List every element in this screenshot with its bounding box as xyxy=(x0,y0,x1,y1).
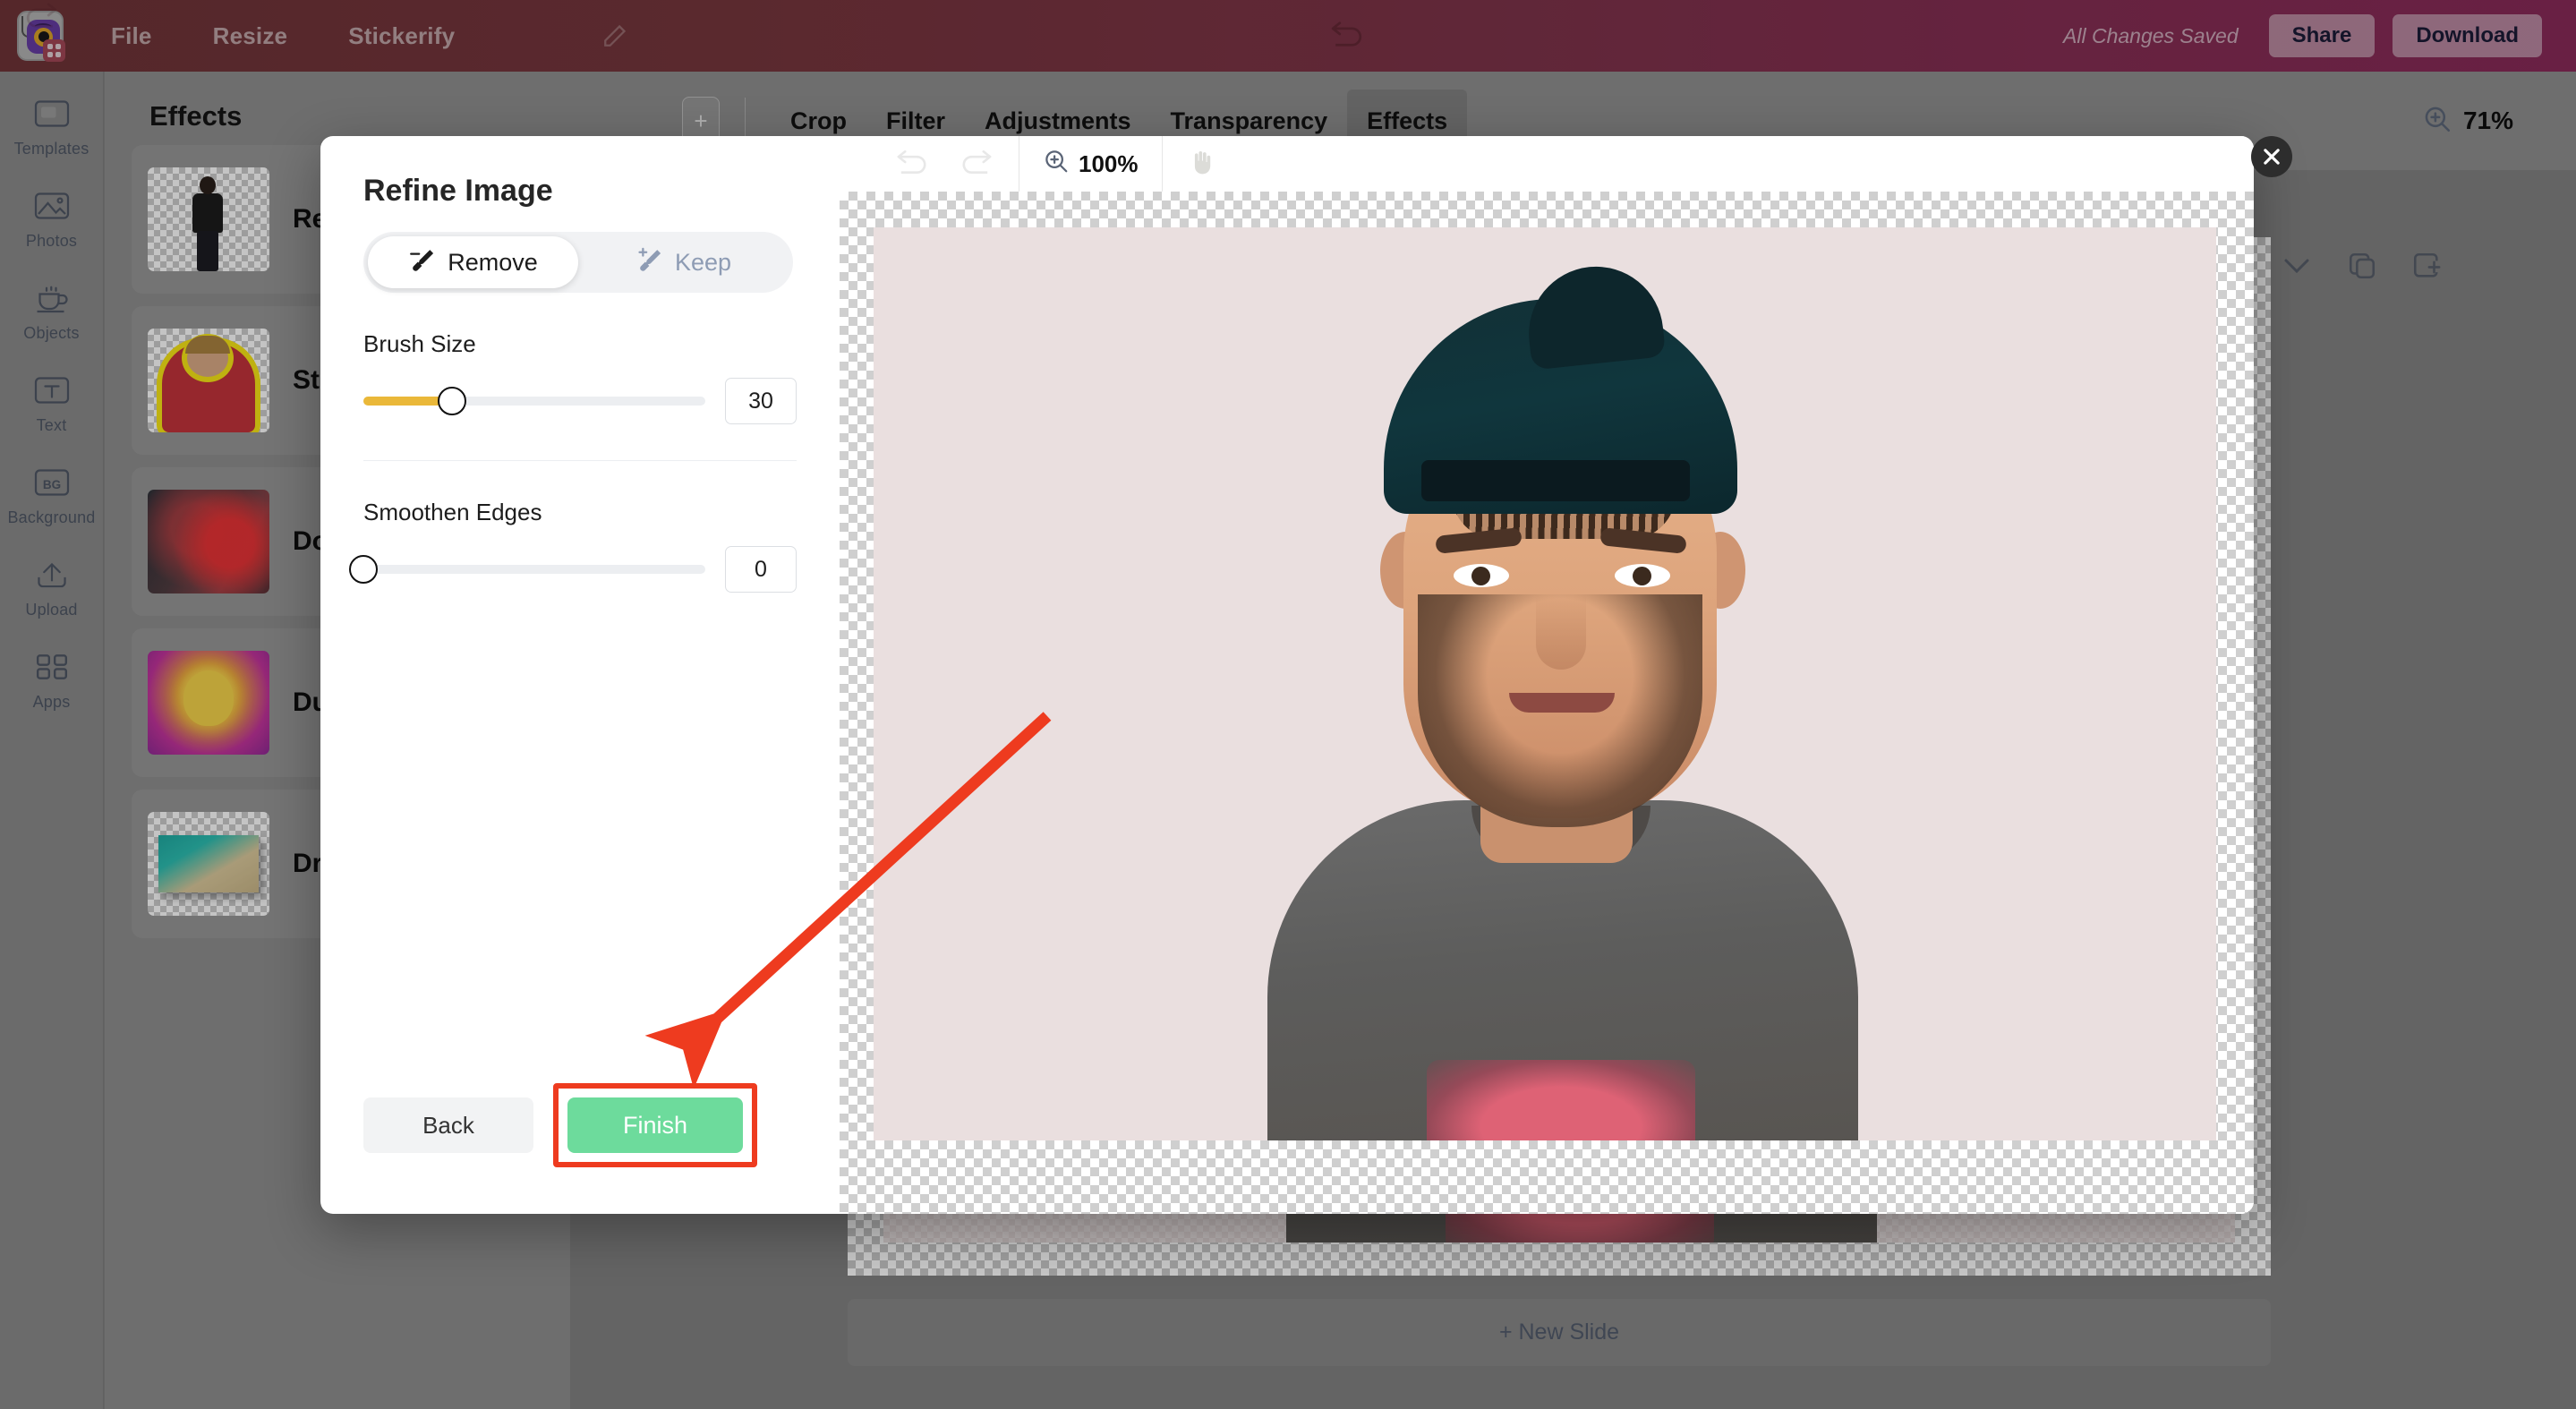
brush-remove-icon xyxy=(408,247,437,278)
brush-size-control: Brush Size 30 xyxy=(363,330,797,424)
undo-icon[interactable] xyxy=(893,149,933,180)
brush-mode-toggle: Remove Keep xyxy=(363,232,793,293)
smoothen-edges-value[interactable]: 0 xyxy=(725,546,797,593)
zoom-in-icon xyxy=(1043,148,1070,181)
preview-zoom-value: 100% xyxy=(1079,149,1139,177)
preview-toolbar: 100% xyxy=(840,136,2254,192)
brush-size-slider[interactable] xyxy=(363,387,705,415)
brush-mode-remove[interactable]: Remove xyxy=(368,236,578,288)
finish-highlight-annotation: Finish xyxy=(553,1083,757,1167)
preview-canvas[interactable] xyxy=(840,192,2254,1214)
divider xyxy=(363,460,797,461)
refine-image-modal: Refine Image Remove Keep Brush Size 30 S… xyxy=(320,136,2254,1214)
modal-preview-pane: 100% xyxy=(840,136,2254,1214)
redo-icon[interactable] xyxy=(956,149,995,180)
smoothen-edges-slider-knob[interactable] xyxy=(349,555,378,584)
smoothen-edges-control: Smoothen Edges 0 xyxy=(349,499,797,593)
modal-title: Refine Image xyxy=(363,174,553,208)
preview-zoom-control[interactable]: 100% xyxy=(1019,136,1163,192)
smoothen-edges-slider[interactable] xyxy=(349,555,705,584)
brush-keep-icon xyxy=(635,247,664,278)
brush-size-value[interactable]: 30 xyxy=(725,378,797,424)
back-button[interactable]: Back xyxy=(363,1097,533,1153)
app-root: File Resize Stickerify All Changes Saved… xyxy=(0,0,2576,1409)
modal-controls-pane: Refine Image Remove Keep Brush Size 30 S… xyxy=(320,136,840,1214)
modal-actions: Back Finish xyxy=(363,1083,757,1167)
finish-button[interactable]: Finish xyxy=(567,1097,743,1153)
preview-image[interactable] xyxy=(874,227,2216,1140)
close-icon[interactable] xyxy=(2251,136,2292,177)
brush-size-label: Brush Size xyxy=(363,330,476,357)
smoothen-edges-label: Smoothen Edges xyxy=(363,499,542,525)
brush-size-slider-knob[interactable] xyxy=(438,387,467,415)
brush-mode-keep-label: Keep xyxy=(674,248,732,276)
hand-pan-icon[interactable] xyxy=(1186,147,1216,182)
brush-mode-keep[interactable]: Keep xyxy=(578,236,789,288)
portrait-subject xyxy=(1250,260,1876,1140)
brush-mode-remove-label: Remove xyxy=(448,248,538,276)
